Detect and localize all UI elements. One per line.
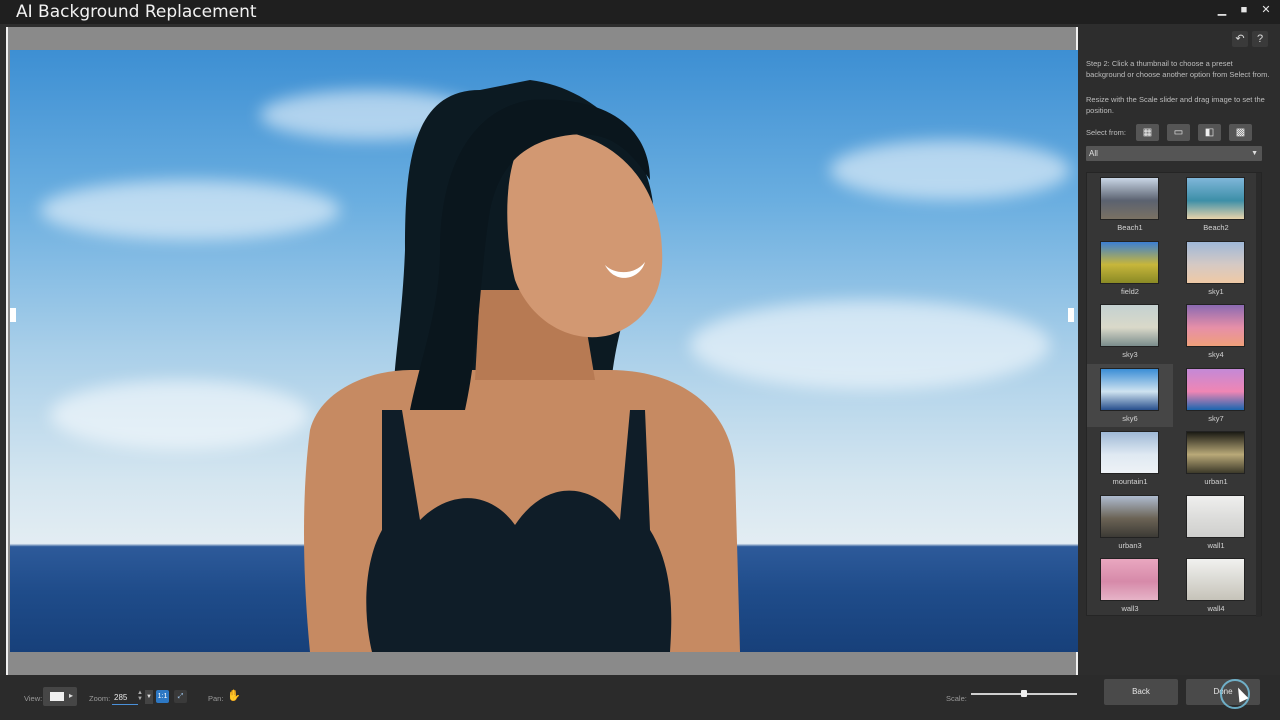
bottom-toolbar: View: ▸ Zoom: 285 ▲ ▼ ▼ 1:1 ⤢ Pan: ✋ Scal…	[0, 675, 1280, 720]
thumbnail-label: wall3	[1121, 604, 1139, 613]
thumbnail-label: sky4	[1208, 350, 1224, 359]
maximize-icon[interactable]: ■	[1238, 4, 1250, 16]
title-bar: AI Background Replacement ▁ ■ ✕	[0, 0, 1280, 24]
thumbnail-label: wall4	[1207, 604, 1225, 613]
right-panel: ↶ ? Step 2: Click a thumbnail to choose …	[1082, 27, 1280, 675]
actual-size-button[interactable]: 1:1	[156, 690, 169, 703]
view-label: View:	[24, 694, 43, 703]
thumbnail-image	[1100, 304, 1159, 347]
thumbnail-wall1[interactable]: wall1	[1173, 491, 1259, 554]
scale-slider-handle[interactable]	[1021, 690, 1027, 697]
thumbnail-image	[1186, 304, 1245, 347]
subject-person[interactable]	[10, 50, 1078, 652]
thumbnail-label: mountain1	[1112, 477, 1148, 486]
thumbnail-image	[1186, 431, 1245, 474]
instructions-text-2: Resize with the Scale slider and drag im…	[1086, 95, 1265, 115]
thumbnail-sky3[interactable]: sky3	[1087, 300, 1173, 363]
thumbnail-image	[1100, 431, 1159, 474]
category-dropdown[interactable]: All ▼	[1086, 146, 1262, 161]
thumbnail-sky6[interactable]: sky6	[1087, 363, 1173, 427]
thumbnail-label: field2	[1121, 286, 1139, 296]
thumbnail-label: urban1	[1204, 477, 1228, 486]
thumbnail-image	[1186, 240, 1245, 284]
zoom-dropdown[interactable]: ▼	[145, 690, 153, 704]
color-swatch-icon[interactable]: ◧	[1198, 124, 1222, 141]
hand-icon[interactable]: ✋	[227, 689, 241, 702]
select-from-row: Select from: ▦ ▭ ◧ ▩	[1086, 124, 1253, 141]
right-resize-handle[interactable]	[1068, 308, 1074, 322]
thumbnail-sky7[interactable]: sky7	[1173, 364, 1259, 427]
thumbnail-label: sky3	[1122, 350, 1138, 359]
window-title: AI Background Replacement	[16, 2, 257, 22]
zoom-input[interactable]: 285	[112, 691, 138, 705]
pan-label: Pan:	[208, 694, 224, 703]
fit-to-window-icon[interactable]: ⤢	[174, 690, 187, 703]
instructions-text: Step 2: Click a thumbnail to choose a pr…	[1086, 59, 1270, 79]
thumbnail-label: sky6	[1122, 413, 1138, 423]
thumbnail-urban3[interactable]: urban3	[1087, 491, 1173, 554]
view-mode-button[interactable]: ▸	[43, 687, 77, 706]
canvas-area	[6, 27, 1078, 675]
help-icon[interactable]: ?	[1252, 31, 1268, 47]
thumbnail-image	[1186, 494, 1245, 538]
thumbnail-label: wall1	[1207, 540, 1225, 550]
zoom-spinner[interactable]: ▲ ▼	[137, 690, 143, 702]
preset-backgrounds-icon[interactable]: ▦	[1136, 124, 1160, 141]
transparent-icon[interactable]: ▩	[1229, 124, 1253, 141]
thumbnail-sky1[interactable]: sky1	[1173, 237, 1259, 300]
thumbnail-image	[1100, 240, 1159, 284]
thumbnail-image	[1100, 558, 1159, 601]
thumbnail-label: Beach1	[1117, 223, 1143, 232]
image-preview[interactable]	[10, 50, 1078, 652]
select-from-label: Select from:	[1086, 128, 1127, 137]
app-window: AI Background Replacement ▁ ■ ✕ ↶ ? Step…	[0, 0, 1280, 720]
chevron-down-icon: ▼	[1251, 150, 1258, 157]
thumbnail-image	[1100, 177, 1159, 220]
thumbnail-wall4[interactable]: wall4	[1173, 554, 1259, 617]
thumbnail-beach1[interactable]: Beach1	[1087, 173, 1173, 236]
thumbnail-beach2[interactable]: Beach2	[1173, 173, 1259, 236]
view-icon	[50, 692, 64, 701]
left-resize-handle[interactable]	[10, 308, 16, 322]
folder-icon[interactable]: ▭	[1167, 124, 1191, 141]
zoom-label: Zoom:	[89, 694, 111, 703]
chevron-right-icon: ▸	[68, 691, 73, 700]
thumbnail-label: Beach2	[1203, 223, 1229, 232]
thumbnail-label: urban3	[1118, 540, 1142, 550]
thumbnail-field2[interactable]: field2	[1087, 237, 1173, 300]
thumbnail-label: sky7	[1208, 413, 1224, 423]
minimize-icon[interactable]: ▁	[1216, 4, 1228, 16]
thumbnail-urban1[interactable]: urban1	[1173, 427, 1259, 490]
thumbnail-image	[1186, 367, 1245, 411]
thumbnail-mountain1[interactable]: mountain1	[1087, 427, 1173, 490]
category-dropdown-value: All	[1089, 149, 1098, 158]
thumbnail-list[interactable]: Beach1 Beach2 field2 sky1 sky3 sky4 sky6 sky7 mo…	[1086, 172, 1262, 617]
thumbnail-label: sky1	[1208, 286, 1224, 296]
thumbnail-sky4[interactable]: sky4	[1173, 300, 1259, 363]
thumbnail-image	[1186, 177, 1245, 220]
back-button[interactable]: Back	[1104, 679, 1178, 705]
scale-label: Scale:	[946, 694, 967, 703]
thumbnail-image	[1100, 494, 1159, 538]
close-icon[interactable]: ✕	[1260, 4, 1272, 16]
undo-icon[interactable]: ↶	[1232, 31, 1248, 47]
thumbnail-image	[1100, 367, 1159, 411]
thumbnail-image	[1186, 558, 1245, 601]
thumbnail-wall3[interactable]: wall3	[1087, 554, 1173, 617]
